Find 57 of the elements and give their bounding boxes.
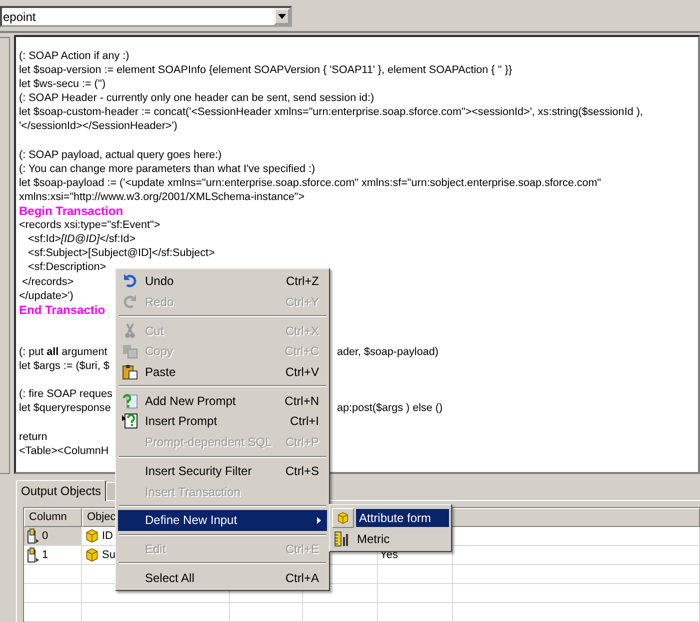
code-line: let $ws-secu := ('')	[19, 78, 106, 90]
table-cell	[24, 603, 82, 622]
code-line: </records>	[20, 276, 74, 288]
question-icon	[122, 392, 138, 409]
menu-item[interactable]: Insert Prompt Ctrl+I	[118, 411, 327, 432]
code-line: let $queryresponse	[19, 402, 111, 414]
code-line: (: SOAP Action if any :)	[19, 50, 130, 62]
code-line: <sf:Id>[ID@ID]</sf:Id>	[26, 233, 136, 246]
menu-item[interactable]: Insert Security Filter Ctrl+S	[118, 460, 327, 482]
code-line: (: You can change more parameters than what I've specified :)	[19, 162, 316, 175]
code-line: xmlns:xsi="http://www.w3.org/2001/XMLSchema-instance">	[19, 190, 305, 203]
menu-item[interactable]: Select All Ctrl+A	[118, 567, 327, 588]
code-line: (: put all argument	[19, 346, 108, 358]
transaction-marker: Begin Transaction	[19, 204, 124, 218]
dropdown[interactable]: epoint	[0, 6, 292, 27]
code-line: '</sessionId></SessionHeader>')	[19, 120, 178, 132]
undo-icon	[123, 274, 137, 288]
scissors-icon	[124, 322, 136, 339]
object-name: ID	[102, 530, 113, 542]
code-line: (: SOAP Header - currently only one header can be sent, send session id:)	[19, 92, 374, 104]
code-line: <sf:Subject>[Subject@ID]</sf:Subject>	[26, 247, 215, 260]
menu-item[interactable]: Paste Ctrl+V	[118, 362, 327, 382]
code-line: let $soap-custom-header := concat('<SessionHeader xmlns="urn:enterprise.soap.sforce.com"><sessionId>', xs:string($sessionId ),	[19, 106, 643, 118]
copy-icon	[122, 344, 138, 359]
code-line: ap:post($args ) else ()	[337, 401, 443, 416]
code-line: ader, $soap-payload)	[337, 344, 438, 359]
column-number: 0	[42, 530, 48, 542]
ruler-icon	[334, 530, 350, 546]
column-header[interactable]: Column	[24, 508, 82, 527]
menu-item[interactable]: Add New Prompt Ctrl+N	[118, 390, 327, 412]
redo-icon	[123, 295, 137, 310]
code-line: <records xsi:type="sf:Event">	[19, 219, 160, 232]
cube-icon	[336, 510, 350, 524]
menu-item[interactable]: Metric	[332, 528, 449, 549]
transaction-marker: End Transactio	[19, 302, 106, 317]
code-line: <Table><ColumnH	[19, 444, 109, 457]
menu-item[interactable]: Undo Ctrl+Z	[118, 271, 327, 292]
clipboard-icon	[122, 364, 138, 380]
submenu-arrow-icon	[317, 516, 321, 524]
object-name: Su	[102, 549, 116, 561]
column-number: 1	[42, 549, 48, 561]
cube-icon	[84, 528, 100, 544]
code-line: let $soap-version := element SOAPInfo {element SOAPVersion { 'SOAP11' }, element SOAPAction { '' }}	[19, 64, 512, 76]
cube-icon	[84, 547, 100, 563]
column-icon	[26, 547, 40, 563]
code-line: (: fire SOAP reques	[19, 388, 112, 400]
tab[interactable]: Output Objects	[16, 480, 106, 501]
question-icon	[122, 413, 138, 430]
code-line: (: SOAP payload, actual query goes here:)	[19, 148, 222, 161]
table-cell	[24, 584, 82, 603]
code-line: let $args := ($uri, $	[19, 360, 110, 372]
code-line: let $soap-payload := ('<update xmlns="urn:enterprise.soap.sforce.com" xmlns:sf="urn:sobject.enterprise.soap.sforce.com"	[19, 176, 602, 189]
code-line: </update>')	[19, 290, 74, 302]
code-line: <sf:Description>	[26, 261, 106, 274]
code-line: return	[19, 430, 48, 443]
menu-item[interactable]: Define New Input	[118, 510, 327, 531]
column-icon	[26, 528, 40, 544]
